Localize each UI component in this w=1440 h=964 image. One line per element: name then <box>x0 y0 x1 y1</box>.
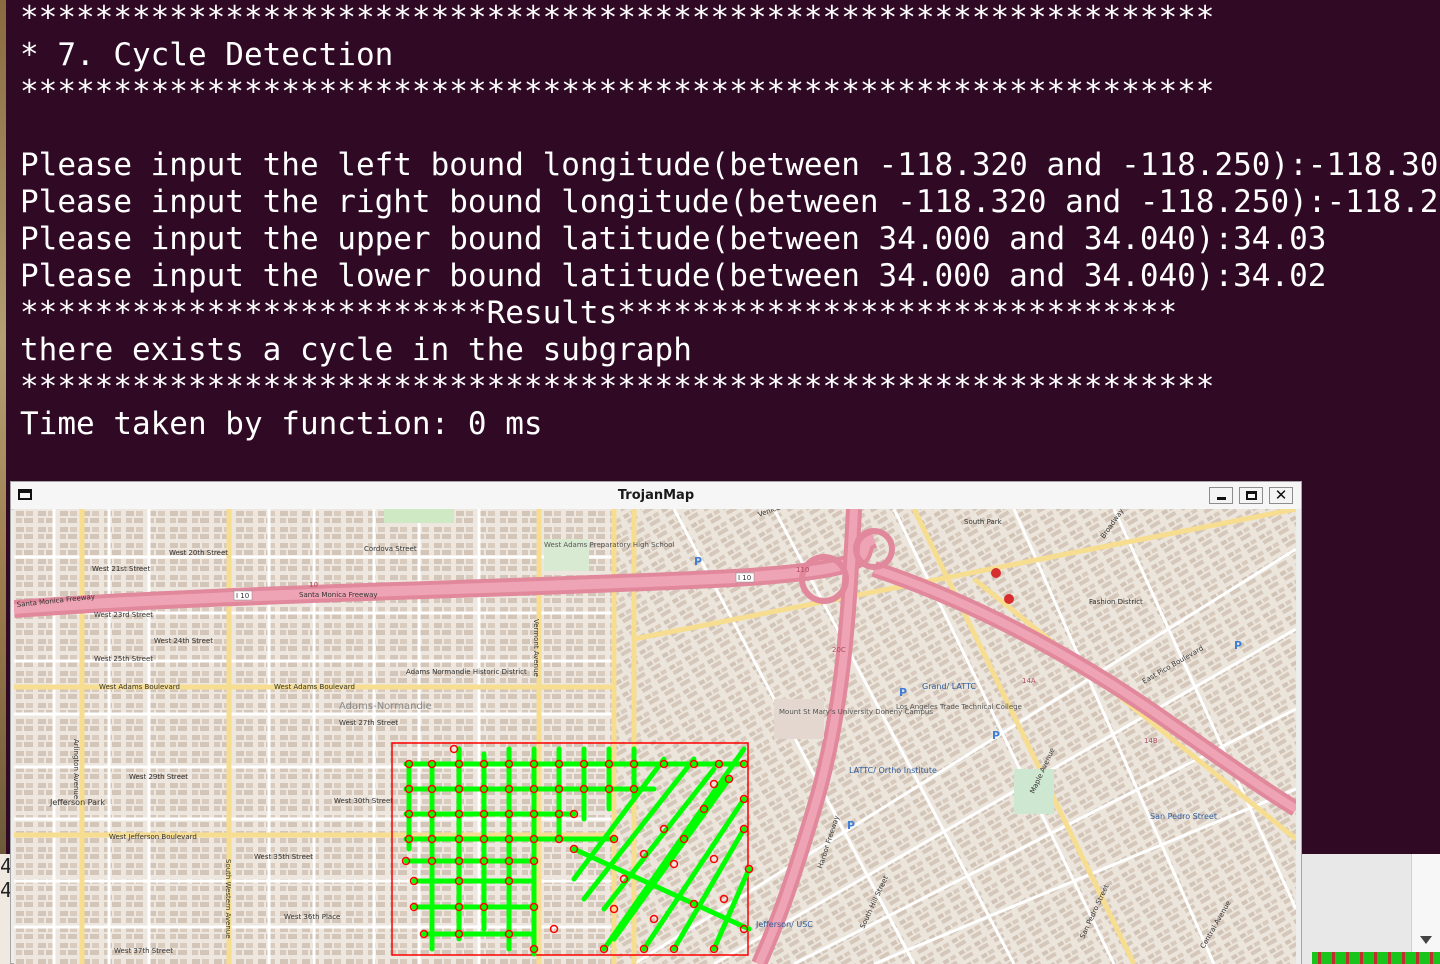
svg-text:West Adams Boulevard: West Adams Boulevard <box>274 683 355 691</box>
svg-text:West Adams Boulevard: West Adams Boulevard <box>99 683 180 691</box>
svg-text:West 25th Street: West 25th Street <box>94 655 153 663</box>
svg-text:West Adams Preparatory High Sc: West Adams Preparatory High School <box>544 541 674 549</box>
svg-text:P: P <box>847 819 855 832</box>
map-canvas[interactable]: Santa Monica Freeway Santa Monica Freewa… <box>14 509 1296 964</box>
svg-text:West 27th Street: West 27th Street <box>339 719 398 727</box>
svg-text:P: P <box>1234 639 1242 652</box>
terminal-line-time: Time taken by function: 0 ms <box>20 406 543 442</box>
svg-text:West 36th Place: West 36th Place <box>284 913 340 921</box>
svg-text:South Western Avenue: South Western Avenue <box>224 859 232 939</box>
close-button[interactable]: ✕ <box>1269 486 1293 504</box>
terminal-line-stars: ****************************************… <box>20 0 1215 36</box>
svg-text:LATTC/ Ortho Institute: LATTC/ Ortho Institute <box>849 766 937 775</box>
svg-text:Adams-Normandie: Adams-Normandie <box>339 701 432 712</box>
svg-text:P: P <box>694 555 702 568</box>
desktop: 0 5 4 4 ********************************… <box>0 0 1440 964</box>
scrollbar-track[interactable] <box>1411 854 1440 964</box>
minimize-button[interactable] <box>1209 487 1233 504</box>
svg-text:Arlington Avenue: Arlington Avenue <box>72 739 80 799</box>
svg-text:West 35th Street: West 35th Street <box>254 853 313 861</box>
window-titlebar[interactable]: TrojanMap ✕ <box>11 482 1301 510</box>
svg-text:Santa Monica Freeway: Santa Monica Freeway <box>299 591 378 599</box>
svg-text:South Park: South Park <box>964 518 1003 526</box>
window-title: TrojanMap <box>617 488 695 503</box>
svg-text:West 29th Street: West 29th Street <box>129 773 188 781</box>
svg-text:20C: 20C <box>832 646 846 654</box>
svg-text:P: P <box>992 729 1000 742</box>
svg-text:West 21st Street: West 21st Street <box>92 565 150 573</box>
svg-text:110: 110 <box>796 566 809 574</box>
svg-text:Grand/ LATTC: Grand/ LATTC <box>922 682 976 691</box>
svg-text:Vermont Avenue: Vermont Avenue <box>532 619 540 677</box>
svg-text:West 24th Street: West 24th Street <box>154 637 213 645</box>
background-map-edge <box>0 0 6 854</box>
terminal-line-stars: ****************************************… <box>20 369 1215 405</box>
terminal-line-lower-bound: Please input the lower bound latitude(be… <box>20 258 1327 294</box>
close-icon: ✕ <box>1274 486 1288 504</box>
svg-text:Jefferson Park: Jefferson Park <box>49 798 105 807</box>
svg-text:Adams Normandie Historic Distr: Adams Normandie Historic District <box>406 668 527 676</box>
map-image: Santa Monica Freeway Santa Monica Freewa… <box>14 509 1296 964</box>
terminal-line-upper-bound: Please input the upper bound latitude(be… <box>20 221 1327 257</box>
background-pane <box>1300 854 1413 964</box>
background-window-fragment-right <box>1300 854 1440 964</box>
svg-text:Los Angeles Trade Technical Co: Los Angeles Trade Technical College <box>896 703 1022 711</box>
terminal-line-stars: ****************************************… <box>20 74 1215 110</box>
svg-text:West 23rd Street: West 23rd Street <box>94 611 153 619</box>
svg-text:14B: 14B <box>1144 737 1158 745</box>
trojanmap-window[interactable]: TrojanMap ✕ Santa Monica Freeway Santa M… <box>10 481 1302 964</box>
terminal-line-left-bound: Please input the left bound longitude(be… <box>20 147 1440 183</box>
svg-text:Cordova Street: Cordova Street <box>364 545 417 553</box>
svg-text:San Pedro Street: San Pedro Street <box>1150 812 1217 821</box>
svg-text:I 10: I 10 <box>738 574 751 582</box>
svg-text:Jefferson/ USC: Jefferson/ USC <box>755 920 813 929</box>
svg-text:Fashion District: Fashion District <box>1089 598 1143 606</box>
svg-text:14A: 14A <box>1022 677 1036 685</box>
svg-text:West 37th Street: West 37th Street <box>114 947 173 955</box>
svg-text:West 30th Street: West 30th Street <box>334 797 393 805</box>
scroll-down-icon[interactable] <box>1420 936 1432 944</box>
terminal-line-results-header: *************************Results********… <box>20 295 1178 331</box>
terminal-line-result: there exists a cycle in the subgraph <box>20 332 692 368</box>
svg-text:I 10: I 10 <box>236 592 249 600</box>
svg-text:West 20th Street: West 20th Street <box>169 549 228 557</box>
svg-text:West Jefferson Boulevard: West Jefferson Boulevard <box>109 833 197 841</box>
terminal-line-right-bound: Please input the right bound longitude(b… <box>20 184 1440 220</box>
window-border <box>1296 509 1301 964</box>
svg-text:10: 10 <box>309 581 318 589</box>
maximize-button[interactable] <box>1239 487 1263 504</box>
svg-text:P: P <box>899 686 907 699</box>
terminal-line-section-title: * 7. Cycle Detection <box>20 37 394 73</box>
background-map-fragment <box>1312 952 1440 964</box>
